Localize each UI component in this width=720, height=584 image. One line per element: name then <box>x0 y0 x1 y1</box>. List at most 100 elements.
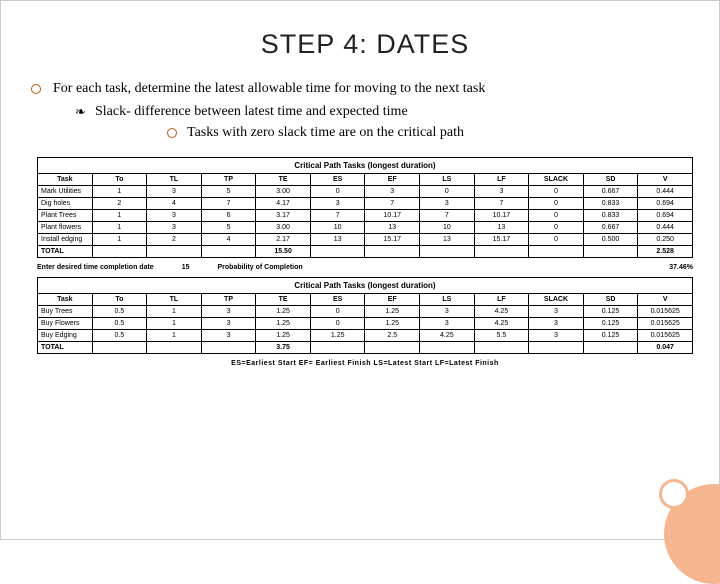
table-row: Install edging1242.171315.171315.1700.50… <box>38 233 693 245</box>
table-cell: 0.250 <box>638 233 693 245</box>
table-cell: 7 <box>365 197 420 209</box>
bullet-main-text: For each task, determine the latest allo… <box>53 81 485 96</box>
th2-to: To <box>92 293 147 305</box>
meta-row: Enter desired time completion date 15 Pr… <box>37 258 693 277</box>
slide: STEP 4: DATES For each task, determine t… <box>0 0 720 540</box>
th2-sd: SD <box>583 293 638 305</box>
table-cell: 1 <box>92 209 147 221</box>
meta-val-prob: 37.46% <box>669 264 693 271</box>
table1-header-row: Task To TL TP TE ES EF LS LF SLACK SD V <box>38 173 693 185</box>
table-cell: 4.25 <box>420 329 475 341</box>
table-cell: 2.17 <box>256 233 311 245</box>
t2-total-v: 0.047 <box>638 341 693 353</box>
table-cell: 4.25 <box>474 305 529 317</box>
table-row: Plant Trees1363.17710.17710.1700.8330.69… <box>38 209 693 221</box>
table-cell: 1.25 <box>365 305 420 317</box>
table-cell: 0.125 <box>583 329 638 341</box>
table-cell: Buy Trees <box>38 305 93 317</box>
table-cell: 13 <box>365 221 420 233</box>
table-cell: 0.5 <box>92 305 147 317</box>
th2-tp: TP <box>201 293 256 305</box>
table-cell: 2 <box>92 197 147 209</box>
table-cell: 3 <box>474 185 529 197</box>
meta-label-prob: Probability of Completion <box>218 264 303 271</box>
th2-v: V <box>638 293 693 305</box>
table-cell: 3 <box>310 197 365 209</box>
table-cell: Plant flowers <box>38 221 93 233</box>
t1-total-label: TOTAL <box>38 245 93 257</box>
table-cell: 0 <box>310 305 365 317</box>
t1-total-v: 2.528 <box>638 245 693 257</box>
table-cell: 13 <box>420 233 475 245</box>
table-cell: 2 <box>147 233 202 245</box>
table-cell: 5 <box>201 221 256 233</box>
table-cell: 0.5 <box>92 317 147 329</box>
footnote: ES=Earliest Start EF= Earliest Finish LS… <box>37 360 693 367</box>
table-cell: Install edging <box>38 233 93 245</box>
table-row: Buy Edging0.5131.251.252.54.255.530.1250… <box>38 329 693 341</box>
table-cell: Plant Trees <box>38 209 93 221</box>
th2-slack: SLACK <box>529 293 584 305</box>
table-cell: 10.17 <box>365 209 420 221</box>
table-cell: 1 <box>147 329 202 341</box>
table-cell: 0.667 <box>583 185 638 197</box>
table-cell: 1 <box>147 317 202 329</box>
table-cell: 3.00 <box>256 185 311 197</box>
table-cell: 13 <box>310 233 365 245</box>
table-row: Plant flowers1353.001013101300.6670.444 <box>38 221 693 233</box>
table-cell: 3 <box>147 185 202 197</box>
table-cell: 15.17 <box>474 233 529 245</box>
table-cell: 4.25 <box>474 317 529 329</box>
table-cell: 0.5 <box>92 329 147 341</box>
table-cell: 1 <box>92 221 147 233</box>
table-cell: 10.17 <box>474 209 529 221</box>
table-cell: 0 <box>420 185 475 197</box>
table-row: Mark Utilities1353.00030300.6670.444 <box>38 185 693 197</box>
table-cell: 3 <box>420 305 475 317</box>
th-sd: SD <box>583 173 638 185</box>
table-cell: 0.125 <box>583 305 638 317</box>
table-cell: 10 <box>310 221 365 233</box>
table-cell: 3.17 <box>256 209 311 221</box>
table-cell: 3 <box>420 317 475 329</box>
table2-total-row: TOTAL 3.75 0.047 <box>38 341 693 353</box>
th2-ls: LS <box>420 293 475 305</box>
th-tl: TL <box>147 173 202 185</box>
t2-total-label: TOTAL <box>38 341 93 353</box>
th-te: TE <box>256 173 311 185</box>
table-cell: 13 <box>474 221 529 233</box>
table2-caption: Critical Path Tasks (longest duration) <box>38 277 693 293</box>
table-cell: 3.00 <box>256 221 311 233</box>
table2-header-row: Task To TL TP TE ES EF LS LF SLACK SD V <box>38 293 693 305</box>
table-cell: 2.5 <box>365 329 420 341</box>
critical-path-table-1: Critical Path Tasks (longest duration) T… <box>37 157 693 258</box>
table-cell: 3 <box>529 329 584 341</box>
table-cell: 0 <box>529 233 584 245</box>
th2-lf: LF <box>474 293 529 305</box>
table-cell: 3 <box>201 317 256 329</box>
table-cell: 0 <box>529 221 584 233</box>
table-cell: 0.694 <box>638 197 693 209</box>
table-cell: 0.667 <box>583 221 638 233</box>
th-v: V <box>638 173 693 185</box>
table-cell: 0.444 <box>638 221 693 233</box>
bullet-sub1: Slack- difference between latest time an… <box>83 103 693 122</box>
table-cell: 0 <box>310 185 365 197</box>
th2-te: TE <box>256 293 311 305</box>
table-cell: 1.25 <box>256 329 311 341</box>
th-ls: LS <box>420 173 475 185</box>
t1-total-te: 15.50 <box>256 245 311 257</box>
th-to: To <box>92 173 147 185</box>
table-cell: 1.25 <box>256 305 311 317</box>
table-cell: 1 <box>147 305 202 317</box>
table-row: Dig holes2474.17373700.8330.694 <box>38 197 693 209</box>
table-cell: 10 <box>420 221 475 233</box>
table-cell: 3 <box>529 317 584 329</box>
th-tp: TP <box>201 173 256 185</box>
bullet-list: For each task, determine the latest allo… <box>37 80 693 143</box>
table-cell: 0.694 <box>638 209 693 221</box>
table-cell: 1.25 <box>365 317 420 329</box>
table-cell: 3 <box>365 185 420 197</box>
table-cell: 3 <box>420 197 475 209</box>
th2-task: Task <box>38 293 93 305</box>
